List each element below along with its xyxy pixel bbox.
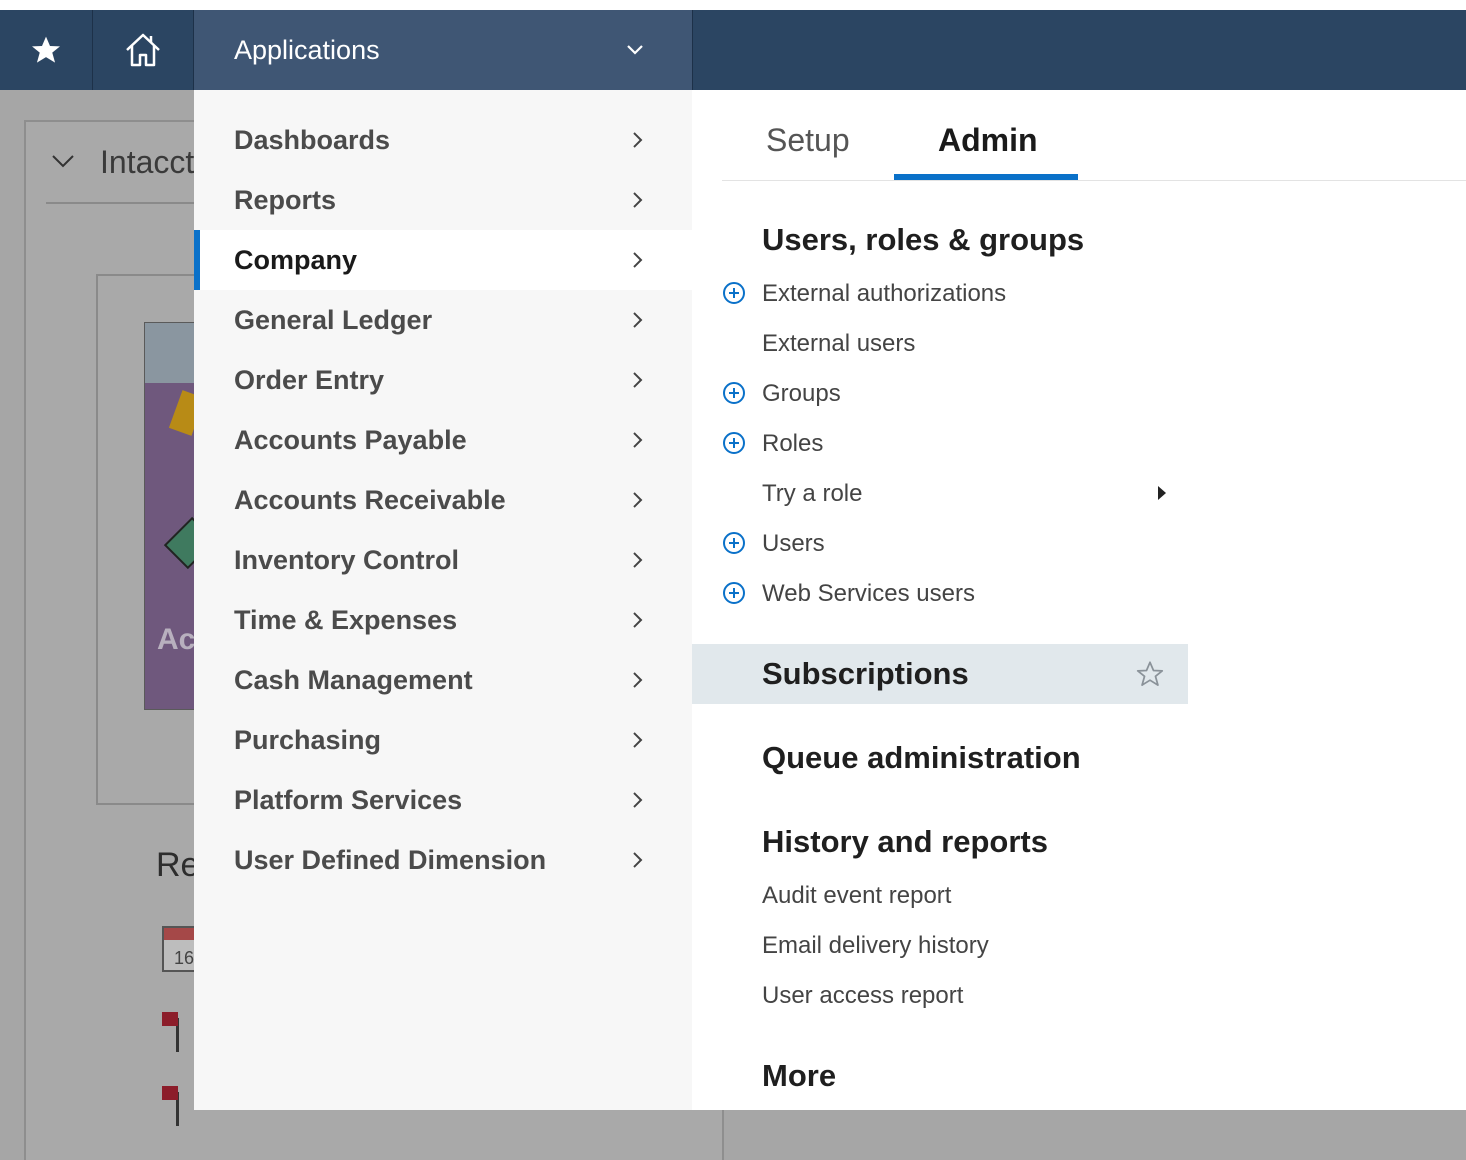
menu-item-inventory-control[interactable]: Inventory Control bbox=[194, 530, 692, 590]
collapse-chevron-icon bbox=[52, 155, 74, 168]
menu-item-company[interactable]: Company bbox=[194, 230, 692, 290]
link-try-a-role[interactable]: Try a role bbox=[762, 480, 862, 508]
menu-item-label: Accounts Payable bbox=[234, 424, 467, 455]
top-strip bbox=[0, 0, 1466, 10]
menu-item-label: User Defined Dimension bbox=[234, 844, 547, 875]
chevron-right-icon bbox=[633, 252, 643, 268]
link-external-users[interactable]: External users bbox=[762, 330, 915, 358]
add-circle-icon[interactable] bbox=[722, 381, 746, 405]
users-roles-groups-heading: Users, roles & groups bbox=[762, 222, 1085, 257]
calendar-header bbox=[164, 928, 196, 940]
chevron-right-icon bbox=[633, 612, 643, 628]
subscriptions-link[interactable]: Subscriptions bbox=[762, 656, 969, 692]
chevron-right-icon bbox=[633, 552, 643, 568]
chevron-down-icon bbox=[627, 45, 643, 55]
menu-item-order-entry[interactable]: Order Entry bbox=[194, 350, 692, 410]
applications-label: Applications bbox=[234, 34, 380, 65]
more-heading: More bbox=[762, 1058, 837, 1093]
menu-item-platform-services[interactable]: Platform Services bbox=[194, 770, 692, 830]
background-section-title: Intacct bbox=[100, 144, 195, 180]
applications-menu-button[interactable]: Applications bbox=[194, 10, 693, 90]
add-circle-icon[interactable] bbox=[722, 581, 746, 605]
menu-item-time-expenses[interactable]: Time & Expenses bbox=[194, 590, 692, 650]
menu-item-label: Platform Services bbox=[234, 784, 463, 815]
chevron-right-icon bbox=[633, 432, 643, 448]
calendar-icon: 16 bbox=[162, 926, 198, 972]
chevron-right-icon bbox=[633, 192, 643, 208]
menu-item-label: Inventory Control bbox=[234, 544, 460, 575]
menu-item-label: Order Entry bbox=[234, 364, 385, 395]
queue-administration-link[interactable]: Queue administration bbox=[762, 740, 1081, 776]
chevron-right-icon bbox=[633, 132, 643, 148]
menu-item-label: Dashboards bbox=[234, 124, 391, 155]
menu-item-cash-management[interactable]: Cash Management bbox=[194, 650, 692, 710]
menu-item-general-ledger[interactable]: General Ledger bbox=[194, 290, 692, 350]
star-outline-icon[interactable] bbox=[1136, 660, 1164, 688]
megaphone-icon bbox=[162, 1012, 198, 1052]
link-audit-event-report[interactable]: Audit event report bbox=[762, 882, 951, 910]
menu-item-label: Company bbox=[234, 244, 358, 275]
background-heading: Re bbox=[156, 846, 200, 884]
link-external-authorizations[interactable]: External authorizations bbox=[762, 280, 1006, 308]
menu-item-accounts-payable[interactable]: Accounts Payable bbox=[194, 410, 692, 470]
menu-item-label: Accounts Receivable bbox=[234, 484, 506, 515]
add-circle-icon[interactable] bbox=[722, 431, 746, 455]
applications-menu: Dashboards Reports Company General Ledge… bbox=[194, 90, 692, 1110]
star-icon bbox=[32, 36, 60, 63]
chevron-right-icon bbox=[633, 492, 643, 508]
company-submenu: Setup Admin Users, roles & groups Extern… bbox=[692, 90, 1466, 1110]
chevron-right-icon bbox=[633, 312, 643, 328]
link-email-delivery-history[interactable]: Email delivery history bbox=[762, 932, 989, 960]
menu-item-label: Time & Expenses bbox=[234, 604, 458, 635]
tile-text: Ac bbox=[157, 623, 196, 656]
top-navbar: Applications bbox=[0, 10, 1466, 90]
menu-item-dashboards[interactable]: Dashboards bbox=[194, 110, 692, 170]
home-button[interactable] bbox=[93, 10, 194, 90]
menu-item-user-defined-dimension[interactable]: User Defined Dimension bbox=[194, 830, 692, 890]
chevron-right-icon bbox=[633, 732, 643, 748]
link-groups[interactable]: Groups bbox=[762, 380, 841, 408]
tab-setup[interactable]: Setup bbox=[766, 122, 850, 159]
menu-item-label: Purchasing bbox=[234, 724, 382, 755]
home-icon bbox=[126, 33, 160, 67]
history-reports-heading: History and reports bbox=[762, 824, 1048, 859]
menu-item-accounts-receivable[interactable]: Accounts Receivable bbox=[194, 470, 692, 530]
chevron-right-icon bbox=[633, 852, 643, 868]
link-user-access-report[interactable]: User access report bbox=[762, 982, 963, 1010]
link-roles[interactable]: Roles bbox=[762, 430, 823, 458]
chevron-right-icon bbox=[633, 792, 643, 808]
menu-item-label: Cash Management bbox=[234, 664, 473, 695]
menu-item-label: Reports bbox=[234, 184, 337, 215]
favorites-button[interactable] bbox=[0, 10, 93, 90]
menu-item-purchasing[interactable]: Purchasing bbox=[194, 710, 692, 770]
calendar-day: 16 bbox=[174, 948, 195, 968]
link-web-services-users[interactable]: Web Services users bbox=[762, 580, 975, 608]
chevron-right-icon bbox=[633, 672, 643, 688]
menu-item-label: General Ledger bbox=[234, 304, 433, 335]
add-circle-icon[interactable] bbox=[722, 281, 746, 305]
tab-divider bbox=[722, 180, 1466, 181]
chevron-right-icon bbox=[633, 372, 643, 388]
add-circle-icon[interactable] bbox=[722, 531, 746, 555]
tab-admin[interactable]: Admin bbox=[938, 122, 1038, 159]
megaphone-icon bbox=[162, 1086, 198, 1126]
link-users[interactable]: Users bbox=[762, 530, 825, 558]
menu-item-reports[interactable]: Reports bbox=[194, 170, 692, 230]
caret-right-icon[interactable] bbox=[1158, 486, 1166, 500]
